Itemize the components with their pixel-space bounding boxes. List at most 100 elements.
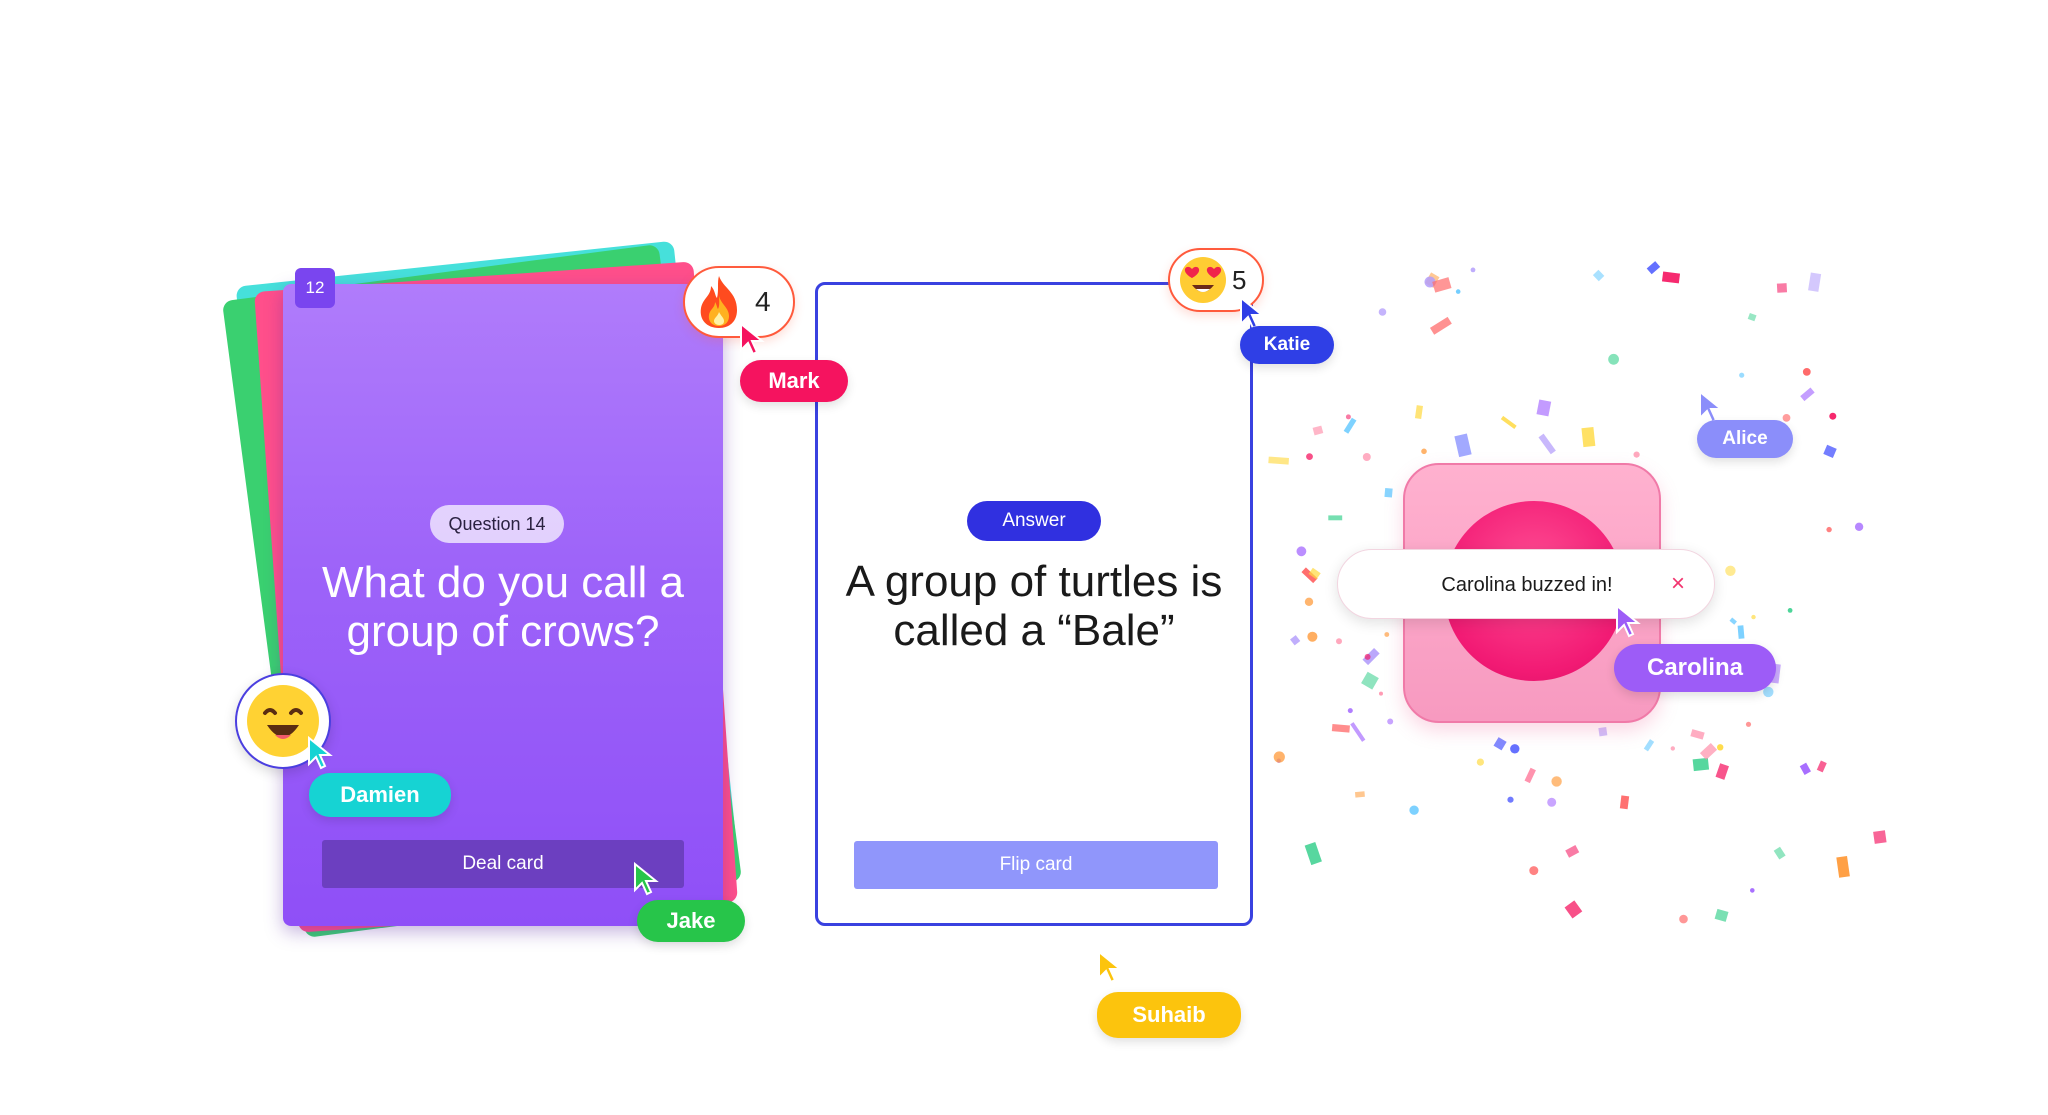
confetti-piece [1387,718,1394,725]
confetti-piece [1592,269,1605,282]
confetti-piece [1826,526,1832,533]
confetti-piece [1312,425,1324,436]
cursor-carolina-icon [1616,604,1641,638]
confetti-piece [1331,723,1350,733]
confetti-piece [1500,415,1517,429]
confetti-piece [1717,744,1724,751]
confetti-piece [1429,316,1452,335]
question-number-pill: Question 14 [430,505,564,543]
confetti-piece [1725,565,1736,576]
confetti-piece [1336,638,1342,645]
game-stage: 12 Question 14 What do you call a group … [0,0,2048,1115]
answer-pill: Answer [967,501,1101,541]
confetti-piece [1273,751,1285,763]
confetti-piece [1836,855,1850,878]
confetti-piece [1354,791,1365,798]
player-tag-katie: Katie [1240,326,1334,364]
confetti-piece [1816,760,1827,773]
answer-card[interactable]: Answer A group of turtles is called a “B… [815,282,1253,926]
confetti-piece [1661,271,1681,284]
confetti-piece [1690,729,1705,740]
question-text: What do you call a group of crows? [322,558,684,656]
player-tag-suhaib: Suhaib [1097,992,1241,1038]
confetti-piece [1745,721,1752,727]
close-icon[interactable]: × [1666,572,1690,596]
confetti-piece [1414,405,1423,419]
confetti-piece [1692,757,1710,772]
confetti-piece [1476,758,1484,766]
confetti-piece [1350,722,1366,742]
confetti-piece [1345,414,1351,420]
confetti-piece [1384,632,1390,637]
confetti-piece [1737,625,1745,639]
confetti-piece [1384,487,1393,498]
confetti-piece [1529,866,1539,876]
confetti-piece [1510,744,1520,754]
confetti-piece [1347,708,1353,714]
confetti-piece [1619,795,1630,810]
player-tag-jake: Jake [637,900,745,942]
confetti-piece [1873,830,1887,844]
confetti-piece [1362,453,1371,461]
cursor-alice-icon [1699,390,1724,424]
confetti-piece [1829,412,1837,420]
confetti-piece [1470,267,1476,273]
confetti-piece [1643,739,1655,752]
confetti-piece [1802,368,1811,376]
fire-reaction-count: 4 [755,286,771,317]
confetti-piece [1598,726,1608,737]
confetti-piece [1800,387,1815,402]
confetti-piece [1782,414,1791,422]
confetti-piece [1421,448,1427,455]
buzz-notification: Carolina buzzed in! × [1337,549,1715,619]
confetti-piece [1608,353,1619,365]
confetti-piece [1304,842,1322,866]
confetti-piece [1378,308,1387,316]
buzz-notification-text: Carolina buzzed in! [1441,573,1613,596]
confetti-piece [1854,522,1864,531]
confetti-piece [1493,737,1507,751]
confetti-piece [1739,372,1745,378]
confetti-piece [1751,614,1756,620]
confetti-piece [1747,312,1757,322]
player-tag-alice: Alice [1697,420,1793,458]
confetti-piece [1536,399,1552,417]
confetti-piece [1776,283,1788,293]
confetti-piece [1808,272,1822,292]
cursor-katie-icon [1240,296,1265,330]
confetti-piece [1296,546,1307,557]
confetti-piece [1715,763,1729,780]
confetti-piece [1454,433,1472,458]
confetti-piece [1507,796,1514,803]
cursor-damien-icon [308,736,333,770]
heart-eyes-emoji-icon [1180,257,1226,303]
flip-card-button[interactable]: Flip card [854,841,1218,889]
confetti-piece [1670,746,1676,751]
confetti-piece [1773,846,1786,860]
confetti-piece [1343,417,1357,434]
heart-eyes-reaction-count: 5 [1232,264,1247,295]
player-tag-damien: Damien [309,773,451,817]
confetti-piece [1564,900,1583,919]
confetti-piece [1304,597,1314,606]
confetti-piece [1823,444,1837,458]
question-card[interactable]: 12 Question 14 What do you call a group … [283,268,723,926]
confetti-piece [1328,515,1343,521]
confetti-piece [1787,608,1793,613]
confetti-piece [1290,635,1301,646]
confetti-piece [1455,289,1461,294]
player-tag-mark: Mark [740,360,848,402]
answer-text: A group of turtles is called a “Bale” [845,557,1223,655]
deck-count-badge: 12 [295,268,335,308]
confetti-piece [1364,653,1371,660]
confetti-piece [1524,767,1536,784]
confetti-piece [1538,433,1556,455]
confetti-piece [1565,845,1580,858]
cursor-suhaib-icon [1098,950,1123,984]
confetti-piece [1729,617,1737,625]
confetti-piece [1799,762,1811,775]
confetti-piece [1361,671,1379,690]
confetti-piece [1551,776,1562,787]
confetti-piece [1547,797,1557,807]
deal-card-button[interactable]: Deal card [322,840,684,888]
